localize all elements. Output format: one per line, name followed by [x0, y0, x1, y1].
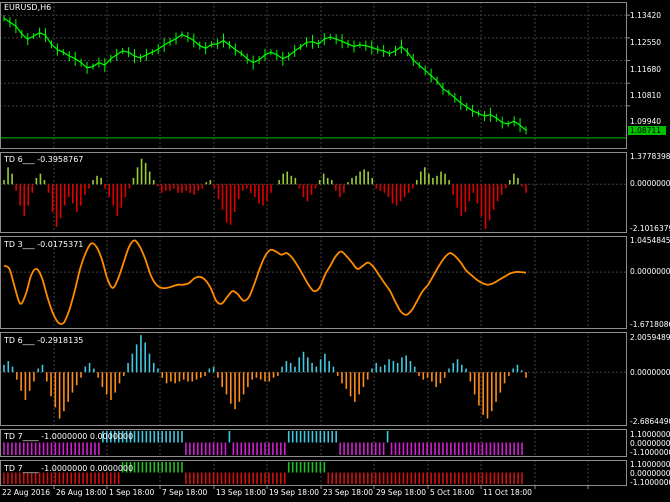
indicator-label-td5: TD 7____ -1.0000000 0.0000000: [4, 464, 134, 473]
td1-tick: 1.3778398: [630, 152, 670, 161]
td4-tick: -1.1000000: [630, 448, 670, 457]
chart-title: EURUSD,H6: [4, 3, 52, 12]
td3-tick: -2.6864490: [630, 417, 670, 426]
time-tick: 29 Sep 18:00: [376, 488, 427, 497]
time-tick: 5 Oct 18:00: [430, 488, 475, 497]
time-tick: 13 Sep 18:00: [216, 488, 267, 497]
td3-tick: 0.0000000: [630, 368, 670, 377]
td4-tick: 0.0000000: [630, 439, 670, 448]
price-tick: 1.10810: [630, 91, 662, 100]
td3-tick: 2.0059489: [630, 333, 670, 342]
td5-tick: 1.1000000: [630, 460, 670, 469]
price-tick: 1.11680: [630, 65, 662, 74]
td5-tick: 0.0000000: [630, 469, 670, 478]
price-tick: 1.13420: [630, 11, 662, 20]
td2-tick: 0.0000000: [630, 267, 670, 276]
time-tick: 19 Sep 18:00: [269, 488, 320, 497]
chart-canvas: [0, 0, 670, 502]
td1-tick: -2.1016379: [630, 224, 670, 233]
time-tick: 1 Sep 18:00: [109, 488, 155, 497]
current-price-tag: 1.08711: [628, 126, 666, 135]
time-tick: 11 Oct 18:00: [483, 488, 532, 497]
price-tick: 1.09940: [630, 117, 662, 126]
time-tick: 26 Aug 18:00: [56, 488, 107, 497]
time-tick: 23 Sep 18:00: [323, 488, 374, 497]
td5-tick: -1.1000000: [630, 478, 670, 487]
indicator-label-td4: TD 7____ -1.0000000 0.0000000: [4, 432, 134, 441]
time-tick: 22 Aug 2016: [2, 488, 51, 497]
chart-background: [0, 0, 670, 502]
indicator-label-td1: TD 6___ -0.3958767: [4, 155, 84, 164]
time-tick: 7 Sep 18:00: [162, 488, 208, 497]
price-tick: 1.12550: [630, 38, 662, 47]
td2-tick: 1.0454845: [630, 236, 670, 245]
td4-tick: 1.1000000: [630, 430, 670, 439]
indicator-label-td3: TD 6___ -0.2918135: [4, 336, 84, 345]
td2-tick: -1.6718086: [630, 320, 670, 329]
td1-tick: 0.0000000: [630, 179, 670, 188]
indicator-label-td2: TD 3___ -0.0175371: [4, 240, 84, 249]
